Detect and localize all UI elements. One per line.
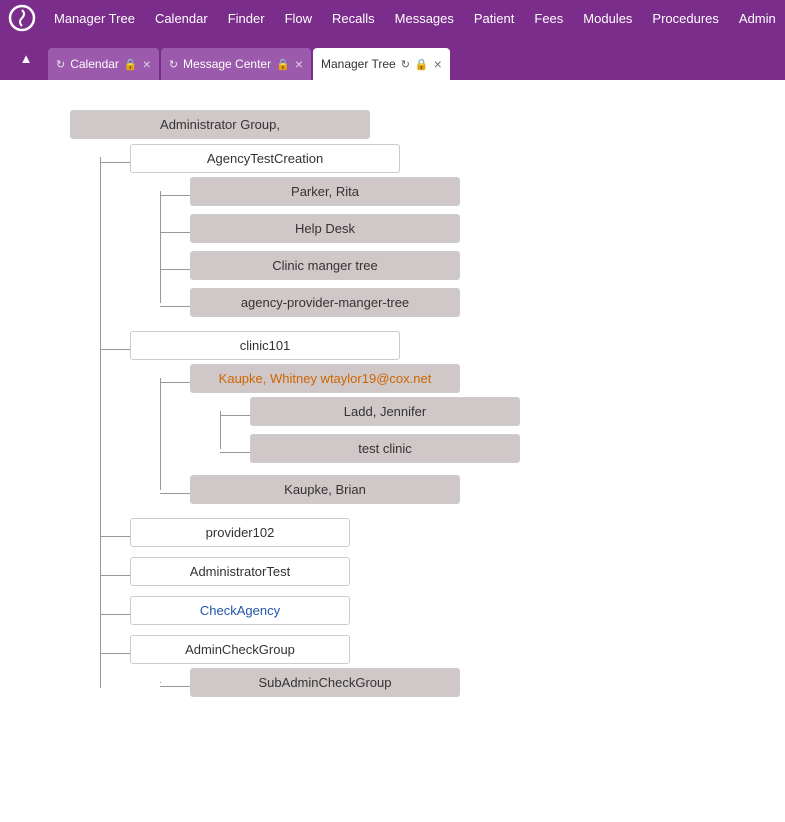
tab-message-center[interactable]: ↻ Message Center 🔒 × <box>161 48 311 80</box>
tab-message-center-close[interactable]: × <box>295 56 303 72</box>
lock-icon: 🔒 <box>124 58 138 71</box>
level1-item-clinic101: clinic101 Kaupke, Whitney wtaylor19@cox.… <box>130 331 745 508</box>
level2-item-kaupke-brian: Kaupke, Brian <box>190 475 520 504</box>
level1-item-agency-test-creation: AgencyTestCreation Parker, Rita Help Des… <box>130 144 745 321</box>
node-administrator-test[interactable]: AdministratorTest <box>130 557 350 586</box>
node-parker-rita[interactable]: Parker, Rita <box>190 177 460 206</box>
nav-item-procedures[interactable]: Procedures <box>642 0 728 36</box>
nav-item-finder[interactable]: Finder <box>218 0 275 36</box>
refresh-icon-2: ↻ <box>169 58 178 71</box>
level2-item-test-clinic: test clinic <box>250 434 520 463</box>
level1-item-admin-check-group: AdminCheckGroup SubAdminCheckGroup <box>130 635 745 701</box>
lock-icon-3: 🔒 <box>415 58 429 71</box>
tab-manager-tree[interactable]: Manager Tree ↻ 🔒 × <box>313 48 450 80</box>
nav-item-messages[interactable]: Messages <box>385 0 464 36</box>
nav-item-admin[interactable]: Admin <box>729 0 785 36</box>
lock-icon-2: 🔒 <box>276 58 290 71</box>
nav-item-patient[interactable]: Patient <box>464 0 524 36</box>
node-administrator-group[interactable]: Administrator Group, <box>70 110 370 139</box>
refresh-icon: ↻ <box>56 58 65 71</box>
nav-item-recalls[interactable]: Recalls <box>322 0 385 36</box>
nav-item-flow[interactable]: Flow <box>275 0 322 36</box>
level1-children: AgencyTestCreation Parker, Rita Help Des… <box>130 139 745 706</box>
level2-item-parker-rita: Parker, Rita <box>190 177 460 206</box>
top-nav: Manager Tree Calendar Finder Flow Recall… <box>0 0 785 36</box>
node-clinic101[interactable]: clinic101 <box>130 331 400 360</box>
nav-item-calendar[interactable]: Calendar <box>145 0 218 36</box>
level1-item-check-agency: CheckAgency <box>130 596 745 625</box>
node-test-clinic[interactable]: test clinic <box>250 434 520 463</box>
tab-scroll-up[interactable]: ▲ <box>12 44 40 72</box>
main-content: Administrator Group, AgencyTestCreation … <box>0 80 785 822</box>
nav-item-manager-tree[interactable]: Manager Tree <box>44 0 145 36</box>
node-agency-test-creation[interactable]: AgencyTestCreation <box>130 144 400 173</box>
level2-item-sub-admin-check-group: SubAdminCheckGroup <box>190 668 460 697</box>
nav-item-modules[interactable]: Modules <box>573 0 642 36</box>
node-sub-admin-check-group[interactable]: SubAdminCheckGroup <box>190 668 460 697</box>
node-kaupke-brian[interactable]: Kaupke, Brian <box>190 475 460 504</box>
node-ladd-jennifer[interactable]: Ladd, Jennifer <box>250 397 520 426</box>
level2-item-kaupke-whitney: Kaupke, Whitney wtaylor19@cox.net Ladd, … <box>190 364 520 467</box>
level1-item-administrator-test: AdministratorTest <box>130 557 745 586</box>
node-check-agency[interactable]: CheckAgency <box>130 596 350 625</box>
node-help-desk[interactable]: Help Desk <box>190 214 460 243</box>
clinic101-children: Kaupke, Whitney wtaylor19@cox.net Ladd, … <box>190 360 520 508</box>
root-node: Administrator Group, AgencyTestCreation … <box>70 110 745 706</box>
tab-calendar-close[interactable]: × <box>143 56 151 72</box>
level1-item-provider102: provider102 <box>130 518 745 547</box>
node-admin-check-group[interactable]: AdminCheckGroup <box>130 635 350 664</box>
tab-manager-tree-close[interactable]: × <box>434 56 442 72</box>
node-agency-provider-manger-tree[interactable]: agency-provider-manger-tree <box>190 288 460 317</box>
tree-container: Administrator Group, AgencyTestCreation … <box>20 100 765 716</box>
tab-message-center-label: Message Center <box>183 57 271 71</box>
level2-item-ladd-jennifer: Ladd, Jennifer <box>250 397 520 426</box>
level2-item-clinic-manger-tree: Clinic manger tree <box>190 251 460 280</box>
kaupke-whitney-children: Ladd, Jennifer test clinic <box>250 393 520 467</box>
agency-test-creation-children: Parker, Rita Help Desk Clinic manger tre… <box>190 173 460 321</box>
node-provider102[interactable]: provider102 <box>130 518 350 547</box>
tab-bar: ▲ ↻ Calendar 🔒 × ↻ Message Center 🔒 × Ma… <box>0 36 785 80</box>
tab-manager-tree-label: Manager Tree <box>321 57 396 71</box>
app-logo <box>8 4 36 32</box>
refresh-icon-3: ↻ <box>401 58 410 71</box>
tab-calendar-label: Calendar <box>70 57 119 71</box>
level2-item-help-desk: Help Desk <box>190 214 460 243</box>
admin-check-group-children: SubAdminCheckGroup <box>190 664 460 701</box>
node-clinic-manger-tree[interactable]: Clinic manger tree <box>190 251 460 280</box>
nav-item-fees[interactable]: Fees <box>524 0 573 36</box>
level2-item-agency-provider-manger-tree: agency-provider-manger-tree <box>190 288 460 317</box>
tab-calendar[interactable]: ↻ Calendar 🔒 × <box>48 48 159 80</box>
node-kaupke-whitney[interactable]: Kaupke, Whitney wtaylor19@cox.net <box>190 364 460 393</box>
